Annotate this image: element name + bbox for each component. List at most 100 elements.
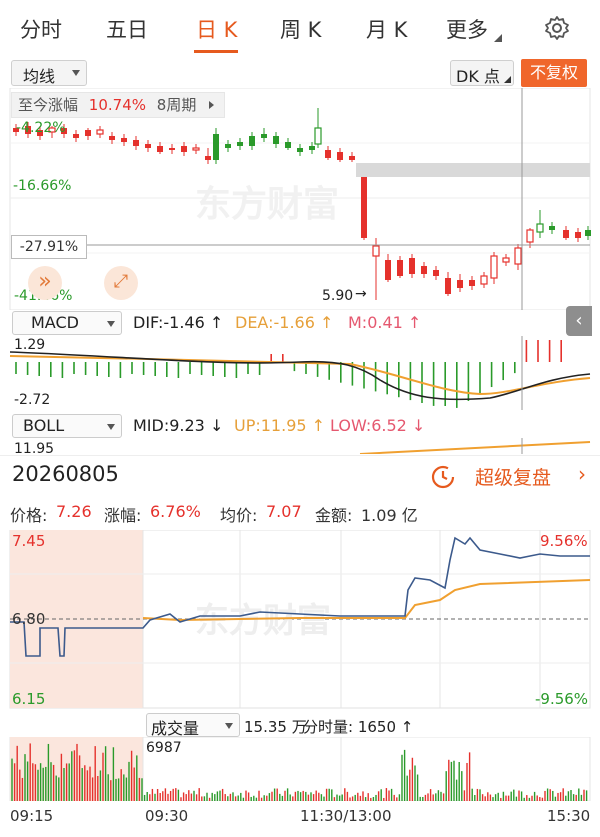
super-replay-link[interactable]: 超级复盘 (475, 463, 551, 490)
candle (372, 245, 380, 257)
macd-dea: DEA:-1.66 ↑ (235, 313, 334, 332)
candle (85, 130, 91, 136)
intraday-axis-bottom: 6.15 (12, 690, 46, 708)
boll-header: BOLL MID:9.23 ↓ UP:11.95 ↑ LOW:6.52 ↓ (0, 413, 600, 439)
tab-minute[interactable]: 分时 (20, 14, 62, 44)
candle (273, 136, 279, 144)
low-price-label: 5.90 (322, 288, 354, 304)
amount-value: 1.09 亿 (361, 506, 418, 525)
boll-select-label: BOLL (23, 416, 65, 435)
tab-weekly-k[interactable]: 周 K (280, 14, 321, 44)
corner-triangle-icon (494, 34, 502, 42)
expand-icon[interactable]: » (28, 266, 62, 300)
ma-select[interactable]: 均线 (11, 60, 87, 86)
candle (169, 148, 175, 150)
candle (409, 258, 415, 274)
tab-five-day[interactable]: 五日 (106, 14, 148, 44)
fullscreen-icon[interactable]: ⤢ (104, 266, 138, 300)
tab-monthly-k[interactable]: 月 K (366, 14, 407, 44)
intraday-axis-top: 7.45 (12, 532, 46, 550)
intraday-chart[interactable]: 东方财富 (0, 530, 600, 710)
candle (285, 142, 291, 148)
macd-m: M:0.41 ↑ (348, 313, 422, 332)
time-label-close: 15:30 (547, 807, 591, 825)
tab-more[interactable]: 更多 (446, 14, 488, 44)
price-label: 价格: (10, 506, 48, 525)
macd-axis-top: 1.29 (14, 337, 46, 353)
axis-label-top: -4.22% (16, 120, 66, 136)
candle (109, 136, 115, 140)
candle (349, 156, 355, 160)
candle (514, 247, 522, 265)
macd-chart (9, 336, 591, 410)
chevron-right-icon: › (578, 462, 586, 486)
tab-daily-k[interactable]: 日 K (196, 14, 237, 44)
gap-band (356, 163, 590, 177)
kline-chart[interactable]: 东方财富 (0, 88, 600, 310)
time-axis: 09:15 09:30 11:30/13:00 15:30 (0, 805, 600, 831)
range-gain-box[interactable]: 至今涨幅 10.74% 8周期 (11, 92, 225, 118)
candle (157, 146, 163, 152)
intraday-axis-mid: 6.80 (12, 610, 46, 628)
dk-select-label: DK 点 (456, 67, 500, 86)
candle (261, 134, 267, 138)
corner-triangle-icon (504, 76, 511, 83)
change-label: 涨幅: (104, 506, 142, 525)
gear-icon[interactable] (544, 15, 570, 41)
macd-select-label: MACD (31, 313, 79, 332)
candle (181, 146, 187, 152)
intraday-pct-top: 9.56% (540, 532, 588, 550)
macd-select[interactable]: MACD (12, 311, 122, 335)
candle (502, 257, 510, 263)
chevron-right-icon (209, 101, 214, 109)
no-adjust-button[interactable]: 不复权 (521, 59, 587, 87)
dk-select[interactable]: DK 点 (450, 60, 514, 86)
candle (314, 127, 322, 145)
boll-select[interactable]: BOLL (12, 414, 122, 438)
watermark: 东方财富 (195, 183, 339, 225)
macd-axis-bottom: -2.72 (14, 392, 51, 408)
replay-icon[interactable] (430, 464, 456, 490)
volume-select[interactable]: 成交量 (146, 713, 240, 738)
crosshair-value-label: -27.91% (11, 235, 87, 259)
candle (457, 280, 463, 288)
boll-low: LOW:6.52 ↓ (330, 416, 426, 435)
candle (469, 280, 475, 286)
volume-max-label: 6987 (146, 740, 182, 756)
candle (385, 260, 391, 280)
chevron-down-icon (72, 70, 80, 76)
watermark: 东方财富 (195, 601, 331, 641)
axis-label-mid: -16.66% (13, 178, 72, 194)
candle (237, 142, 243, 146)
candle (192, 147, 200, 151)
macd-header: MACD DIF:-1.46 ↑ DEA:-1.66 ↑ M:0.41 ↑ (0, 310, 600, 336)
volume-select-label: 成交量 (151, 719, 200, 738)
amount-label: 金额: (315, 506, 353, 525)
volume-chart (9, 737, 591, 801)
intraday-pct-bottom: -9.56% (535, 690, 589, 708)
candle (249, 136, 255, 146)
candle (145, 144, 151, 148)
active-tab-indicator (194, 50, 238, 53)
candle (549, 226, 555, 230)
ma-select-label: 均线 (23, 67, 56, 86)
price-info-row: 价格: 7.26 涨幅: 6.76% 均价: 7.07 金额: 1.09 亿 (0, 498, 600, 526)
change-value: 6.76% (150, 502, 201, 521)
candle (421, 266, 427, 274)
candle (480, 275, 488, 285)
volume-total: 15.35 万 (244, 718, 307, 736)
collapse-panel-button[interactable]: ‹ (566, 306, 592, 336)
time-label-start: 09:30 (145, 807, 189, 825)
price-value: 7.26 (56, 502, 92, 521)
candle (445, 278, 451, 294)
candle (297, 148, 303, 152)
selected-date: 20260805 (12, 462, 119, 486)
macd-dif: DIF:-1.46 ↑ (133, 313, 224, 332)
boll-chart (359, 438, 591, 454)
time-label-open: 09:15 (10, 807, 54, 825)
candle (361, 176, 367, 238)
avg-value: 7.07 (266, 502, 302, 521)
candle (337, 152, 343, 160)
candle (325, 150, 331, 158)
candle (490, 255, 498, 279)
